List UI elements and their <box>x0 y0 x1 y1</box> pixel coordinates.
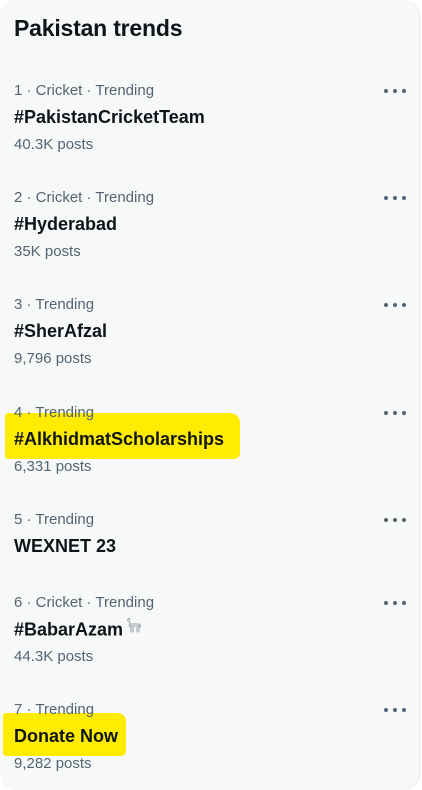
trend-meta: 3 · Trending <box>14 296 95 313</box>
trend-name: Donate Now <box>14 726 119 746</box>
trend-name: #SherAfzal <box>14 321 108 341</box>
more-horizontal-icon <box>384 601 388 605</box>
trend-meta: 5 · Trending <box>14 511 95 528</box>
trend-post-count: 9,796 posts <box>14 350 92 367</box>
more-horizontal-icon <box>384 411 388 415</box>
trend-post-count: 40.3K posts <box>14 136 94 153</box>
trends-title: Pakistan trends <box>14 15 183 41</box>
trend-post-count: 6,331 posts <box>14 458 92 475</box>
more-options-button[interactable] <box>384 406 406 420</box>
trend-meta: 2 · Cricket · Trending <box>14 189 155 206</box>
trend-post-count: 35K posts <box>14 243 81 260</box>
trend-name: #AlkhidmatScholarships <box>14 429 225 449</box>
more-options-button[interactable] <box>384 703 406 717</box>
trend-meta: 1 · Cricket · Trending <box>14 82 155 99</box>
more-options-button[interactable] <box>384 596 406 610</box>
more-horizontal-icon <box>384 196 388 200</box>
more-horizontal-icon <box>384 518 388 522</box>
trend-name: #PakistanCricketTeam <box>14 107 205 127</box>
goat-emoji-icon <box>125 617 143 640</box>
more-options-button[interactable] <box>384 191 406 205</box>
trend-post-count: 9,282 posts <box>14 755 92 772</box>
trends-panel: Pakistan trends 1 · Cricket · Trending #… <box>0 0 420 790</box>
more-options-button[interactable] <box>384 84 406 98</box>
trend-name-text: #BabarAzam <box>14 619 124 640</box>
trend-name: #Hyderabad <box>14 214 118 234</box>
trend-meta: 4 · Trending <box>14 404 95 421</box>
trend-name: #BabarAzam <box>14 617 143 642</box>
trend-meta: 7 · Trending <box>14 701 95 718</box>
trend-meta: 6 · Cricket · Trending <box>14 594 155 611</box>
trend-post-count: 44.3K posts <box>14 648 94 665</box>
trend-name: WEXNET 23 <box>14 536 117 556</box>
more-horizontal-icon <box>384 303 388 307</box>
more-horizontal-icon <box>384 89 388 93</box>
more-options-button[interactable] <box>384 513 406 527</box>
more-options-button[interactable] <box>384 298 406 312</box>
more-horizontal-icon <box>384 708 388 712</box>
